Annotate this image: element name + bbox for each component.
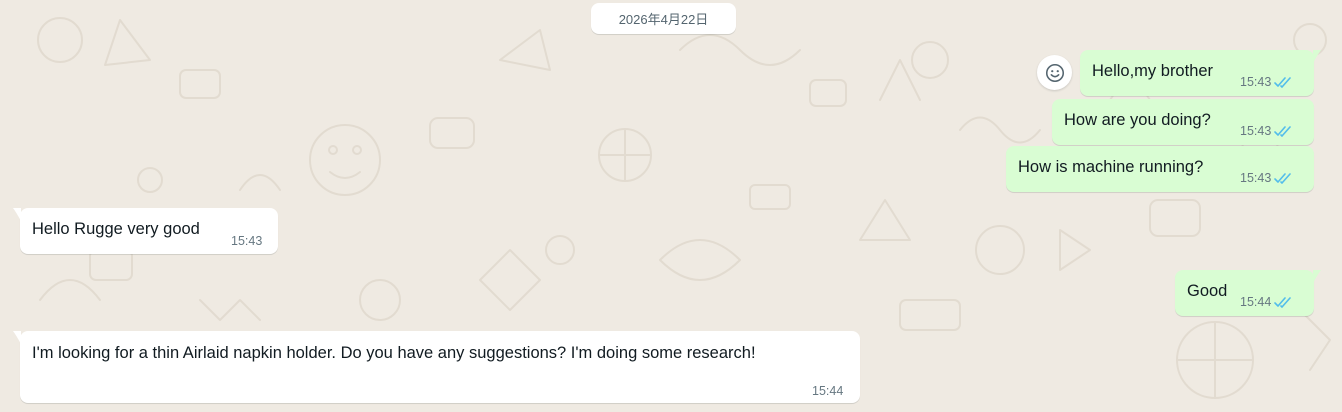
message-time: 15:43 bbox=[1240, 171, 1272, 185]
message-meta: 15:43 bbox=[231, 230, 262, 252]
double-check-icon bbox=[1274, 126, 1292, 137]
message-bubble-incoming[interactable]: I'm looking for a thin Airlaid napkin ho… bbox=[13, 331, 860, 403]
double-check-icon bbox=[1274, 173, 1292, 184]
message-text: How are you doing? bbox=[1064, 111, 1211, 129]
message-text: How is machine running? bbox=[1018, 158, 1204, 176]
date-label: 2026年4月22日 bbox=[618, 12, 709, 27]
message-meta: 15:43 bbox=[1240, 120, 1293, 142]
message-meta: 15:44 bbox=[1240, 291, 1293, 313]
message-time: 15:43 bbox=[231, 234, 263, 248]
message-bubble-incoming[interactable]: Hello Rugge very good 15:43 bbox=[13, 208, 278, 254]
message-meta: 15:43 bbox=[1240, 167, 1293, 189]
bubble-tail bbox=[1313, 270, 1321, 283]
message-meta: 15:43 bbox=[1240, 71, 1293, 93]
bubble-tail bbox=[13, 331, 21, 344]
chat-panel: 2026年4月22日 Hello,my brother 15:43 How ar… bbox=[0, 0, 1342, 412]
bubble-tail bbox=[1313, 50, 1321, 63]
message-time: 15:44 bbox=[812, 384, 844, 398]
message-time: 15:43 bbox=[1240, 75, 1272, 89]
message-text: Hello Rugge very good bbox=[32, 220, 200, 238]
message-text: Hello,my brother bbox=[1092, 62, 1214, 80]
message-text: I'm looking for a thin Airlaid napkin ho… bbox=[32, 344, 756, 362]
message-time: 15:44 bbox=[1240, 295, 1272, 309]
double-check-icon bbox=[1274, 77, 1292, 88]
message-bubble-outgoing[interactable]: How is machine running? 15:43 bbox=[1006, 146, 1314, 192]
smiley-icon bbox=[1045, 63, 1064, 82]
reaction-button[interactable] bbox=[1037, 55, 1072, 90]
message-meta: 15:44 bbox=[812, 380, 843, 402]
message-text: Good bbox=[1187, 282, 1228, 300]
message-time: 15:43 bbox=[1240, 124, 1272, 138]
double-check-icon bbox=[1274, 297, 1292, 308]
message-bubble-outgoing[interactable]: How are you doing? 15:43 bbox=[1052, 99, 1314, 145]
bubble-tail bbox=[13, 208, 21, 221]
message-bubble-outgoing[interactable]: Hello,my brother 15:43 bbox=[1080, 50, 1321, 96]
message-bubble-outgoing[interactable]: Good 15:44 bbox=[1175, 270, 1321, 316]
date-divider: 2026年4月22日 bbox=[591, 3, 736, 34]
